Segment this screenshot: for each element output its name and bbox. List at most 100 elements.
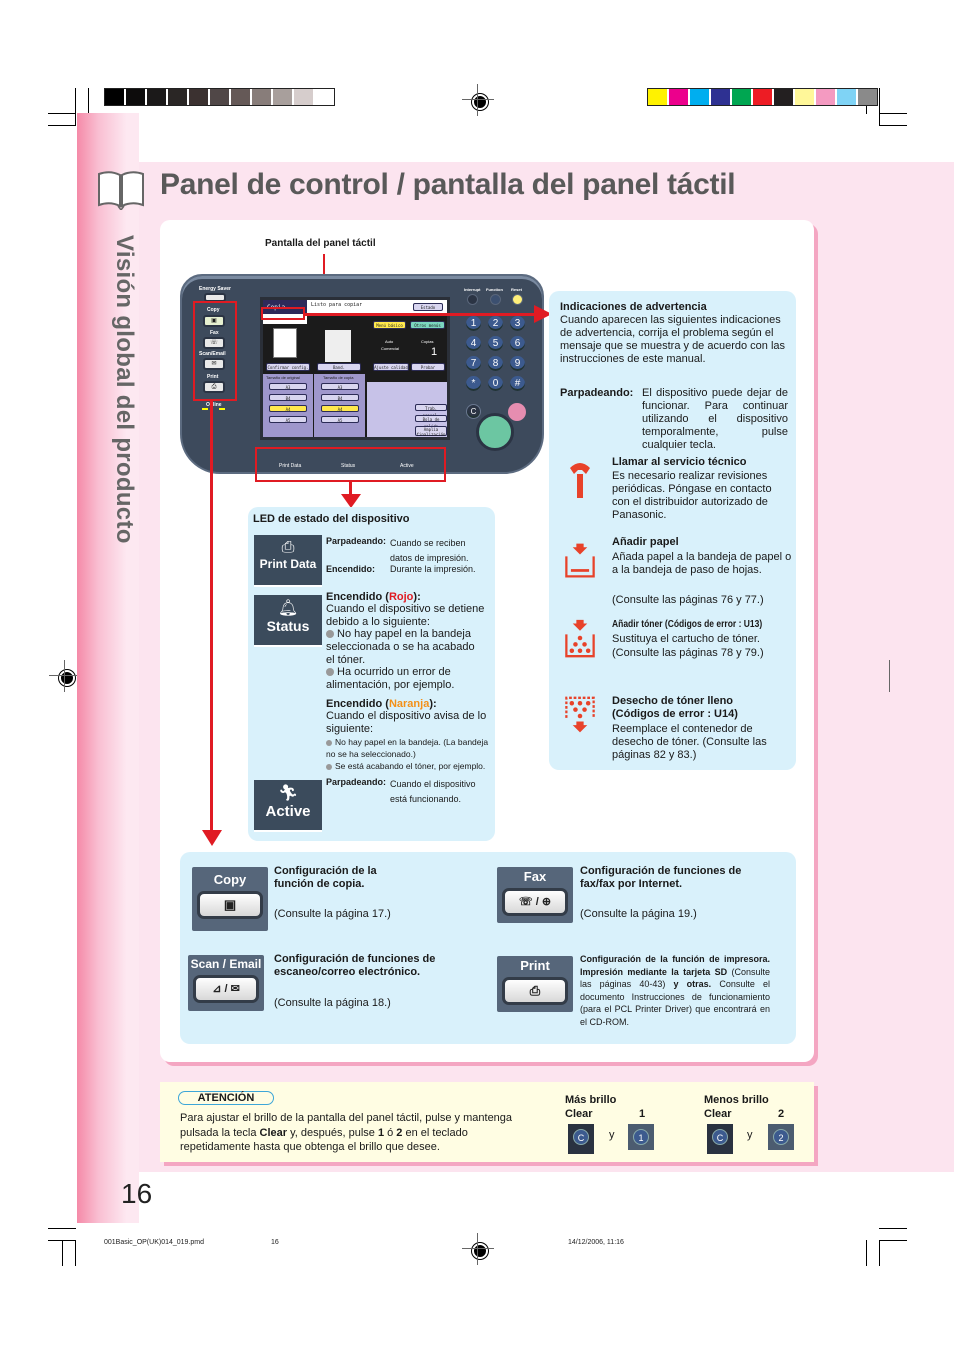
crop-mark [48, 1228, 76, 1229]
status-red-text: Cuando el dispositivo se detiene debido … [326, 603, 485, 628]
warning-title: Llamar al servicio técnico [612, 456, 747, 468]
keypad-key-3[interactable]: 3 [510, 316, 525, 331]
attention-label: ATENCIÓN [178, 1091, 274, 1105]
bola-salida-button[interactable]: Bola de salida [415, 415, 447, 429]
ajuste-calidad-button[interactable]: Ajuste calidad [373, 363, 409, 371]
auto-label: Auto [385, 339, 394, 344]
amplia-finalizacion-button[interactable]: Amplia finalización [415, 426, 447, 437]
keypad-key-1[interactable]: 1 [466, 316, 481, 331]
fax-icon: ☏ / ⊕ [502, 888, 568, 916]
copy-size-b4[interactable]: B4 [321, 394, 359, 401]
warning-text: Es necesario realizar revisiones periódi… [612, 470, 772, 521]
scan-email-icon: ⊿ / ✉ [193, 975, 259, 1003]
blink-label: Parpadeando: [326, 536, 387, 546]
function-ref: (Consulte la página 19.) [580, 908, 697, 920]
color-calibration-bar [647, 88, 878, 106]
confirmar-config-button[interactable]: Confirmar config. [266, 363, 310, 371]
print-function-desc: Configuración de la función de impresora… [580, 954, 771, 1027]
calibration-swatch [252, 89, 271, 105]
probar-button[interactable]: Probar [411, 363, 445, 371]
arrow-down-icon [202, 830, 222, 846]
keypad-key-#[interactable]: # [510, 376, 525, 391]
blink-text: Cuando el dispositivo está funcionando. [390, 779, 476, 804]
status-orange-text: Cuando el dispositivo avisa de lo siguie… [326, 710, 487, 735]
screen-estado-button[interactable]: Estado [413, 303, 443, 311]
print-key-image: Print ⎙ [497, 956, 573, 1012]
interrupt-button[interactable] [467, 294, 478, 305]
crop-mark [88, 88, 89, 114]
book-icon [98, 171, 144, 210]
registration-mark [49, 666, 81, 686]
reset-label: Reset [511, 287, 522, 292]
keypad-key-6[interactable]: 6 [510, 336, 525, 351]
copy-icon: ▣ [197, 891, 263, 919]
menu-basico-button[interactable]: Menú básico [373, 321, 406, 329]
more-brightness-title: Más brillo [565, 1094, 617, 1106]
calibration-swatch [147, 89, 166, 105]
screen-status-text: Listo para copiar [311, 302, 363, 308]
copy-size-a5[interactable]: A5 [321, 416, 359, 423]
copy-key-image: Copy ▣ [192, 867, 268, 931]
keypad-key-5[interactable]: 5 [488, 336, 503, 351]
band-papel-button[interactable]: Band. papel/salida [317, 363, 361, 377]
warnings-intro: Cuando aparecen las siguientes indicacio… [560, 314, 786, 365]
keypad-key-9[interactable]: 9 [510, 356, 525, 371]
orig-size-a3[interactable]: A3 [269, 383, 307, 390]
attention-text: Para ajustar el brillo de la pantalla de… [180, 1112, 513, 1153]
crop-mark [879, 88, 880, 126]
status-red-bullet: Ha ocurrido un error de alimentación, po… [326, 666, 455, 691]
start-button[interactable] [476, 413, 514, 451]
calibration-swatch [753, 89, 772, 105]
calibration-swatch [858, 89, 877, 105]
crop-mark [75, 88, 76, 126]
orig-size-b4[interactable]: B4 [269, 394, 307, 401]
and-text: y [747, 1129, 753, 1141]
copier-icon [325, 330, 351, 362]
crop-mark [879, 1240, 907, 1241]
calibration-swatch [816, 89, 835, 105]
keypad-key-4[interactable]: 4 [466, 336, 481, 351]
reset-button[interactable] [512, 294, 523, 305]
fax-key-image: Fax ☏ / ⊕ [497, 867, 573, 923]
calibration-swatch [126, 89, 145, 105]
interrupt-label: Interrupt [464, 287, 481, 292]
registration-line [477, 1233, 478, 1265]
key-label: Print [520, 958, 550, 973]
function-buttons-highlight [193, 301, 237, 401]
copias-value: 1 [431, 346, 438, 358]
calibration-swatch [294, 89, 313, 105]
keypad-key-*[interactable]: * [466, 376, 481, 391]
calibration-swatch [168, 89, 187, 105]
orig-size-a4[interactable]: A4 [269, 405, 307, 412]
function-button[interactable] [490, 294, 501, 305]
keypad-key-2[interactable]: 2 [488, 316, 503, 331]
crop-mark [879, 113, 907, 114]
led-highlight [255, 447, 446, 482]
warning-area-highlight [261, 307, 305, 320]
running-person-icon: 🏃︎ [277, 785, 299, 802]
clear-key[interactable]: C [466, 404, 481, 419]
callout-arrow-line [210, 401, 213, 833]
warning-ref: (Consulte las páginas 78 y 79.) [612, 647, 764, 659]
blink-label: Parpadeando: [326, 777, 387, 787]
keypad-key-7[interactable]: 7 [466, 356, 481, 371]
keypad-key-8[interactable]: 8 [488, 356, 503, 371]
otros-menus-button[interactable]: Otros menús [410, 321, 445, 329]
keypad-key-0[interactable]: 0 [488, 376, 503, 391]
key-2-label: 2 [778, 1108, 785, 1120]
blink-text: Cuando se reciben datos de impresión. [390, 538, 469, 563]
led-status: 🔔︎ Status [254, 595, 322, 647]
trab-presel-button[interactable]: Trab. presel. [415, 404, 447, 418]
clear-key-label: Clear [704, 1108, 732, 1120]
crop-mark [866, 1240, 867, 1266]
calibration-swatch [210, 89, 229, 105]
copy-size-a4[interactable]: A4 [321, 405, 359, 412]
calibration-swatch [711, 89, 730, 105]
original-preview-icon [273, 328, 297, 358]
function-label: Function [486, 287, 503, 292]
stop-button[interactable] [508, 403, 526, 421]
crop-mark [48, 113, 76, 114]
online-led [202, 408, 208, 410]
orig-size-a5[interactable]: A5 [269, 416, 307, 423]
copy-size-a3[interactable]: A3 [321, 383, 359, 390]
